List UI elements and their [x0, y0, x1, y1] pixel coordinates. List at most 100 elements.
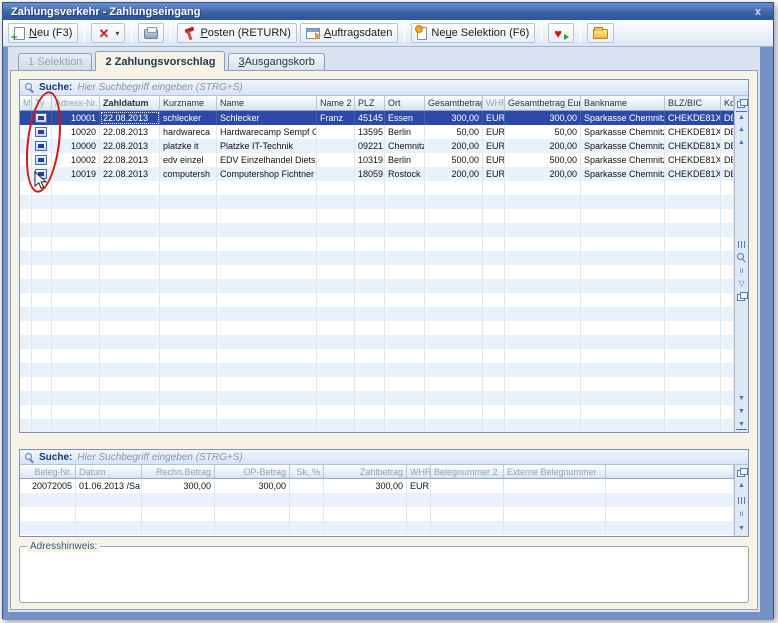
- column-header-konto[interactable]: Konto: [721, 96, 734, 110]
- column-header-ty[interactable]: Ty: [32, 96, 52, 110]
- cell: [355, 251, 385, 265]
- selected-table-row[interactable]: 1000122.08.2013schleckerSchleckerFranz45…: [20, 111, 734, 125]
- fit-width-icon[interactable]: [738, 497, 746, 504]
- column-header-ort[interactable]: Ort: [385, 96, 425, 110]
- cell: [20, 111, 32, 125]
- table-row[interactable]: [20, 223, 734, 237]
- cell: [581, 237, 665, 251]
- column-chooser-icon[interactable]: [736, 98, 747, 109]
- table-row[interactable]: [20, 349, 734, 363]
- column-header-zahlbetrag[interactable]: Zahlbetrag: [324, 465, 407, 478]
- column-header-sk-[interactable]: Sk. %: [290, 465, 324, 478]
- column-header-externe-belegnummer[interactable]: Externe Belegnummer: [504, 465, 606, 478]
- page-up-icon[interactable]: [736, 137, 747, 148]
- new-button[interactable]: Neu (F3): [8, 23, 78, 43]
- cell: [52, 321, 100, 335]
- row-up-icon[interactable]: [736, 480, 747, 491]
- cell: [317, 153, 355, 167]
- row-up-icon[interactable]: [736, 124, 747, 135]
- column-header-gesamtbetrag[interactable]: Gesamtbetrag: [425, 96, 483, 110]
- column-header-blz-bic[interactable]: BLZ/BIC: [665, 96, 721, 110]
- page-down-icon[interactable]: [736, 393, 747, 404]
- table-row[interactable]: 1001922.08.2013computershComputershop Fi…: [20, 167, 734, 181]
- table-row[interactable]: 2007200501.06.2013 /Sa300,00300,00300,00…: [20, 479, 734, 493]
- column-header-m[interactable]: M: [20, 96, 32, 110]
- table-row[interactable]: [20, 391, 734, 405]
- table-row[interactable]: [20, 363, 734, 377]
- column-header-name[interactable]: Name: [217, 96, 317, 110]
- column-header-rechn-betrag[interactable]: Rechn.Betrag: [142, 465, 215, 478]
- cell: [505, 377, 581, 391]
- table-row[interactable]: [20, 377, 734, 391]
- table-row[interactable]: [20, 181, 734, 195]
- print-button[interactable]: [138, 23, 164, 43]
- table-row[interactable]: 1000222.08.2013edv einzelEDV Einzelhande…: [20, 153, 734, 167]
- column-header-datum[interactable]: Datum: [76, 465, 142, 478]
- table-row[interactable]: [20, 321, 734, 335]
- column-chooser-icon[interactable]: [736, 467, 747, 478]
- cell: [20, 349, 32, 363]
- column-header-adress-nr-[interactable]: Adress-Nr.: [52, 96, 100, 110]
- cell: [100, 377, 160, 391]
- search-icon[interactable]: [736, 252, 747, 263]
- table-row[interactable]: [20, 419, 734, 432]
- cell: [217, 237, 317, 251]
- table-row[interactable]: [20, 507, 734, 521]
- post-button[interactable]: Posten (RETURN): [177, 23, 296, 43]
- column-header-op-betrag[interactable]: OP-Betrag: [215, 465, 290, 478]
- column-header-whr[interactable]: WHR: [483, 96, 505, 110]
- table-row[interactable]: [20, 293, 734, 307]
- table-row[interactable]: [20, 493, 734, 507]
- tab-selektion[interactable]: 1 Selektion: [18, 53, 92, 70]
- copy-icon[interactable]: [736, 291, 747, 302]
- table-row[interactable]: [20, 335, 734, 349]
- column-header-blank[interactable]: [606, 465, 734, 478]
- row-down-icon[interactable]: [736, 406, 747, 417]
- scroll-bottom-icon[interactable]: [736, 419, 747, 430]
- new-selection-button[interactable]: Neue Selektion (F6): [411, 23, 535, 43]
- column-header-gesamtbetrag-euro[interactable]: Gesamtbetrag Euro: [505, 96, 581, 110]
- edit-icon[interactable]: [736, 265, 747, 276]
- dropdown-caret-icon[interactable]: ▾: [115, 29, 119, 38]
- edit-icon[interactable]: [736, 508, 747, 519]
- table-row[interactable]: [20, 307, 734, 321]
- column-header-kurzname[interactable]: Kurzname: [160, 96, 217, 110]
- column-header-name-2[interactable]: Name 2: [317, 96, 355, 110]
- table-row[interactable]: [20, 405, 734, 419]
- table-row[interactable]: [20, 265, 734, 279]
- table-row[interactable]: 1000022.08.2013platzke itPlatzke IT-Tech…: [20, 139, 734, 153]
- payment-button[interactable]: [548, 23, 574, 43]
- table-row[interactable]: [20, 251, 734, 265]
- cell: [581, 405, 665, 419]
- cell: [606, 521, 734, 535]
- cell: [385, 405, 425, 419]
- table-row[interactable]: [20, 521, 734, 535]
- column-header-whr[interactable]: WHR: [407, 465, 431, 478]
- cell: [355, 335, 385, 349]
- table-row[interactable]: 1002022.08.2013hardwarecaHardwarecamp Se…: [20, 125, 734, 139]
- tab-zahlungsvorschlag[interactable]: 2 Zahlungsvorschlag: [95, 51, 225, 71]
- tab-ausgangskorb[interactable]: 3 Ausgangskorb: [228, 53, 324, 70]
- fit-width-icon[interactable]: [738, 241, 746, 248]
- column-header-zahldatum[interactable]: Zahldatum: [100, 96, 160, 110]
- cell: [425, 349, 483, 363]
- folder-button[interactable]: [587, 23, 614, 43]
- column-header-plz[interactable]: PLZ: [355, 96, 385, 110]
- scroll-top-icon[interactable]: [736, 111, 747, 122]
- table-row[interactable]: [20, 279, 734, 293]
- main-grid-search-input[interactable]: Suche: Hier Suchbegriff eingeben (STRG+S…: [20, 80, 748, 96]
- delete-button[interactable]: ▾: [91, 23, 125, 43]
- row-down-icon[interactable]: [736, 523, 747, 534]
- column-header-bankname[interactable]: Bankname: [581, 96, 665, 110]
- table-row[interactable]: [20, 209, 734, 223]
- column-header-belegnummer-2[interactable]: Belegnummer 2: [431, 465, 504, 478]
- cell: [665, 363, 721, 377]
- table-row[interactable]: [20, 237, 734, 251]
- filter-icon[interactable]: [736, 278, 747, 289]
- detail-grid-search-input[interactable]: Suche: Hier Suchbegriff eingeben (STRG+S…: [20, 450, 748, 465]
- close-icon[interactable]: x: [751, 6, 765, 18]
- order-data-button[interactable]: Auftragsdaten: [300, 23, 399, 43]
- cell: Essen: [385, 111, 425, 125]
- column-header-beleg-nr-[interactable]: Beleg-Nr.: [20, 465, 76, 478]
- table-row[interactable]: [20, 195, 734, 209]
